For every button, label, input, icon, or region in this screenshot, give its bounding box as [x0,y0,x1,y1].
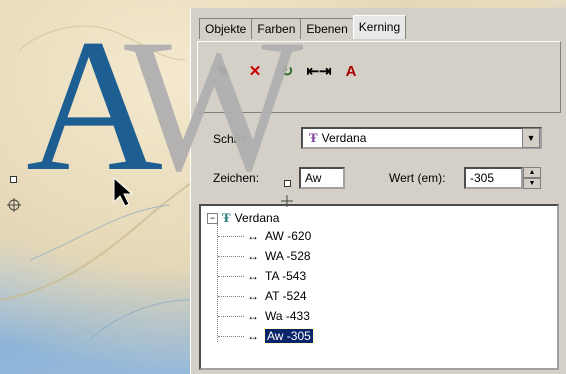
font-select[interactable]: Ŧ Verdana ▼ [301,127,542,149]
list-item[interactable]: ↔ AT -524 [247,287,307,305]
value-input[interactable]: -305 [464,167,523,189]
font-select-value: Verdana [321,131,367,145]
chars-input[interactable]: Aw [299,167,345,189]
anchor-icon[interactable] [6,197,22,213]
kerning-pair-icon: ↔ [247,229,259,243]
tree-root-label: Verdana [234,211,280,225]
sample-letter-w[interactable]: W [124,11,303,201]
tree-connector [218,276,244,277]
kerning-apply-icon[interactable]: A [340,60,362,82]
selection-handle[interactable] [10,176,17,183]
tree-connector [218,236,244,237]
value-label: Wert (em): [389,171,446,185]
kerning-pair-icon: ↔ [247,329,259,343]
tab-ebenen[interactable]: Ebenen [300,18,354,39]
list-item-selected[interactable]: ↔ Aw -305 [247,327,314,345]
tree-connector [218,256,244,257]
tree-connector [218,336,244,337]
kerning-pair-icon: ↔ [247,309,259,323]
cursor-icon [113,176,134,207]
kerning-pair-icon: ↔ [247,289,259,303]
anchor-icon[interactable] [280,194,294,208]
truetype-icon: Ŧ [309,130,318,145]
kerning-tree[interactable]: − Ŧ Verdana ↔ AW -620 ↔ WA -528 ↔ TA -54… [199,204,559,370]
kerning-pair-icon: ↔ [247,269,259,283]
tree-connector [218,316,244,317]
list-item[interactable]: ↔ WA -528 [247,247,311,265]
truetype-icon: Ŧ [222,210,231,225]
chevron-down-icon[interactable]: ▼ [522,128,540,148]
stepper-up-icon[interactable]: ▲ [523,167,541,178]
list-item[interactable]: ↔ TA -543 [247,267,306,285]
kerning-expand-icon[interactable]: ⇤⇥ [306,60,331,82]
selection-handle[interactable] [284,180,291,187]
value-stepper[interactable]: ▲ ▼ [523,167,541,189]
stepper-down-icon[interactable]: ▼ [523,178,541,189]
kerning-pair-icon: ↔ [247,249,259,263]
tree-connector [217,224,218,342]
tree-connector [218,296,244,297]
list-item[interactable]: ↔ Wa -433 [247,307,310,325]
collapse-icon[interactable]: − [207,212,218,224]
tab-kerning[interactable]: Kerning [352,15,407,39]
list-item[interactable]: ↔ AW -620 [247,227,311,245]
